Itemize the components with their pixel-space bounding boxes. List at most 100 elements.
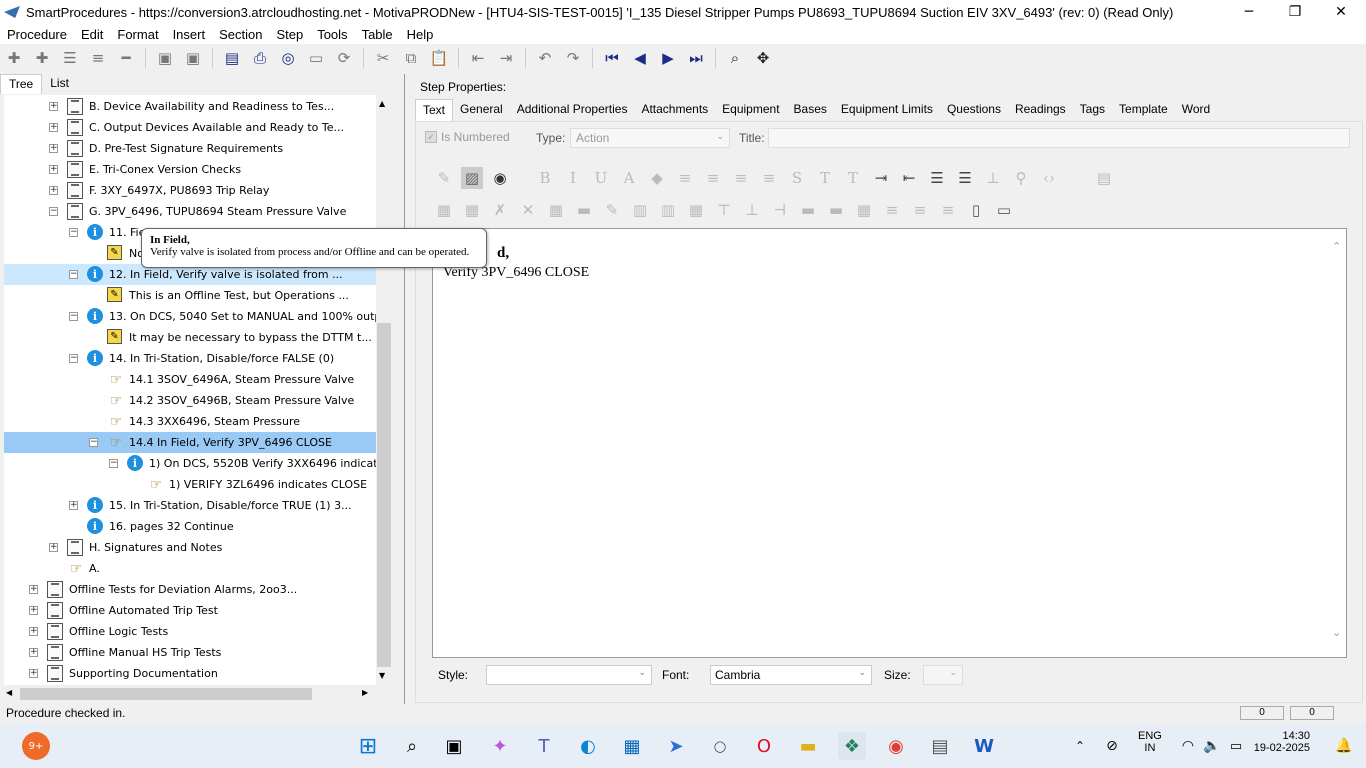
row-above-icon[interactable]: ⊤	[713, 199, 735, 221]
merge-cells-icon[interactable]: ▦	[685, 199, 707, 221]
tree-row[interactable]: + B. Device Availability and Readiness to…	[4, 96, 376, 117]
save-icon[interactable]: ▣	[154, 47, 176, 69]
editor-scroll-down-icon[interactable]: ⌄	[1332, 626, 1341, 639]
tree-row[interactable]: + Offline Automated Trip Test	[4, 600, 376, 621]
expand-icon[interactable]: +	[49, 144, 58, 153]
tree-row[interactable]: ☞ 14.2 3SOV_6496B, Steam Pressure Valve	[4, 390, 376, 411]
font-color-icon[interactable]: A	[618, 167, 640, 189]
column-insert-icon[interactable]: ▥	[657, 199, 679, 221]
tree-row[interactable]: + Offline Manual HS Trip Tests	[4, 642, 376, 663]
tree-hscroll-thumb[interactable]	[20, 688, 312, 700]
first-icon[interactable]: ⏮	[601, 47, 623, 69]
restore-button[interactable]: ❐	[1272, 0, 1318, 24]
is-numbered-checkbox[interactable]: ✓ Is Numbered	[425, 130, 510, 144]
edit-cell-icon[interactable]: ✎	[601, 199, 623, 221]
previous-icon[interactable]: ◀	[629, 47, 651, 69]
store-icon[interactable]: ▦	[618, 732, 646, 760]
align-left-icon[interactable]: ≡	[674, 167, 696, 189]
subscript-icon[interactable]: T	[842, 167, 864, 189]
bold-icon[interactable]: B	[534, 167, 556, 189]
tab-attachments[interactable]: Attachments	[634, 99, 715, 121]
task-view-icon[interactable]: ▣	[440, 732, 468, 760]
decrease-indent-icon[interactable]: ⇤	[898, 167, 920, 189]
copilot-icon[interactable]: ✦	[486, 732, 514, 760]
move-icon[interactable]: ✥	[752, 47, 774, 69]
minimize-button[interactable]: ─	[1226, 0, 1272, 24]
smartprocedures-icon[interactable]: ❖	[838, 732, 866, 760]
tree-row[interactable]: ✎ This is an Offline Test, but Operations…	[4, 285, 376, 306]
align-right-icon[interactable]: ≡	[730, 167, 752, 189]
expand-icon[interactable]: +	[49, 102, 58, 111]
table-icon[interactable]: ▦	[433, 199, 455, 221]
tab-general[interactable]: General	[453, 99, 510, 121]
expand-icon[interactable]: +	[49, 165, 58, 174]
close-button[interactable]: ✕	[1318, 0, 1364, 24]
tree-row[interactable]: − i 14. In Tri-Station, Disable/force FALS…	[4, 348, 376, 369]
insert-table-icon[interactable]: ▦	[461, 199, 483, 221]
collapse-icon[interactable]: −	[109, 459, 118, 468]
scroll-up-icon[interactable]: ▲	[379, 99, 385, 108]
menu-procedure[interactable]: Procedure	[0, 27, 74, 42]
tab-tags[interactable]: Tags	[1073, 99, 1112, 121]
menu-table[interactable]: Table	[355, 27, 400, 42]
tab-list[interactable]: List	[42, 74, 77, 94]
scroll-down-icon[interactable]: ▼	[379, 671, 385, 680]
power-automate-icon[interactable]: ➤	[662, 732, 690, 760]
copy-icon[interactable]: ⧉	[400, 47, 422, 69]
expand-icon[interactable]: +	[29, 669, 38, 678]
remove-icon[interactable]: ━	[115, 47, 137, 69]
expand-icon[interactable]: +	[49, 123, 58, 132]
title-input[interactable]	[768, 128, 1350, 148]
column-width-icon[interactable]: ▯	[965, 199, 987, 221]
indent-list-icon[interactable]: ≡	[87, 47, 109, 69]
tree-row[interactable]: + Supporting Documentation	[4, 663, 376, 684]
next-icon[interactable]: ▶	[657, 47, 679, 69]
monitor-icon[interactable]: ▤	[221, 47, 243, 69]
form-icon[interactable]: ▭	[305, 47, 327, 69]
tree-row[interactable]: + H. Signatures and Notes	[4, 537, 376, 558]
add-icon[interactable]: ✚	[3, 47, 25, 69]
edge-icon[interactable]: ◐	[574, 732, 602, 760]
tree-row[interactable]: + C. Output Devices Available and Ready t…	[4, 117, 376, 138]
fill-color-icon[interactable]: ◆	[646, 167, 668, 189]
collapse-icon[interactable]: −	[49, 207, 58, 216]
menu-format[interactable]: Format	[110, 27, 165, 42]
link-icon[interactable]: ◎	[277, 47, 299, 69]
tree-horizontal-scrollbar[interactable]: ◀ ▶	[4, 686, 376, 702]
split-icon[interactable]: ⊣	[769, 199, 791, 221]
align-center-icon[interactable]: ≡	[702, 167, 724, 189]
underline-icon[interactable]: U	[590, 167, 612, 189]
notifications-icon[interactable]: 🔔	[1330, 732, 1358, 760]
list-icon[interactable]: ☰	[59, 47, 81, 69]
tab-equipment[interactable]: Equipment	[715, 99, 786, 121]
tree-row[interactable]: ☞ 14.1 3SOV_6496A, Steam Pressure Valve	[4, 369, 376, 390]
tree-scroll-thumb[interactable]	[377, 323, 391, 667]
tab-tree[interactable]: Tree	[0, 74, 43, 94]
tree-row[interactable]: + F. 3XY_6497X, PU8693 Trip Relay	[4, 180, 376, 201]
column-icon[interactable]: ▥	[629, 199, 651, 221]
redo-icon[interactable]: ↷	[562, 47, 584, 69]
network-status-icon[interactable]: ⊘	[1098, 732, 1126, 760]
row-merge-icon[interactable]: ▬	[825, 199, 847, 221]
style-select[interactable]: ⌄	[486, 665, 652, 685]
save-all-icon[interactable]: ▣	[182, 47, 204, 69]
hyperlink-icon[interactable]: ⚲	[1010, 167, 1032, 189]
chrome-icon[interactable]: ◉	[882, 732, 910, 760]
opera-icon[interactable]: O	[750, 732, 778, 760]
last-icon[interactable]: ⏭	[685, 47, 707, 69]
delete-table-icon[interactable]: ✗	[489, 199, 511, 221]
bullet-list-icon[interactable]: ☰	[926, 167, 948, 189]
expand-icon[interactable]: +	[49, 186, 58, 195]
tree-row[interactable]: ☞ A.	[4, 558, 376, 579]
justify-icon[interactable]: ≡	[758, 167, 780, 189]
font-select[interactable]: Cambria ⌄	[710, 665, 872, 685]
editor-scroll-up-icon[interactable]: ⌃	[1332, 240, 1341, 253]
tab-additional-properties[interactable]: Additional Properties	[510, 99, 635, 121]
tree-row[interactable]: ☞ 14.3 3XX6496, Steam Pressure	[4, 411, 376, 432]
language-indicator[interactable]: ENG IN	[1138, 730, 1162, 754]
tree-row[interactable]: + E. Tri-Conex Version Checks	[4, 159, 376, 180]
tab-template[interactable]: Template	[1112, 99, 1175, 121]
strikethrough-icon[interactable]: S	[786, 167, 808, 189]
cell-border-icon[interactable]: ≡	[937, 199, 959, 221]
symbol-icon[interactable]: ◉	[489, 167, 511, 189]
